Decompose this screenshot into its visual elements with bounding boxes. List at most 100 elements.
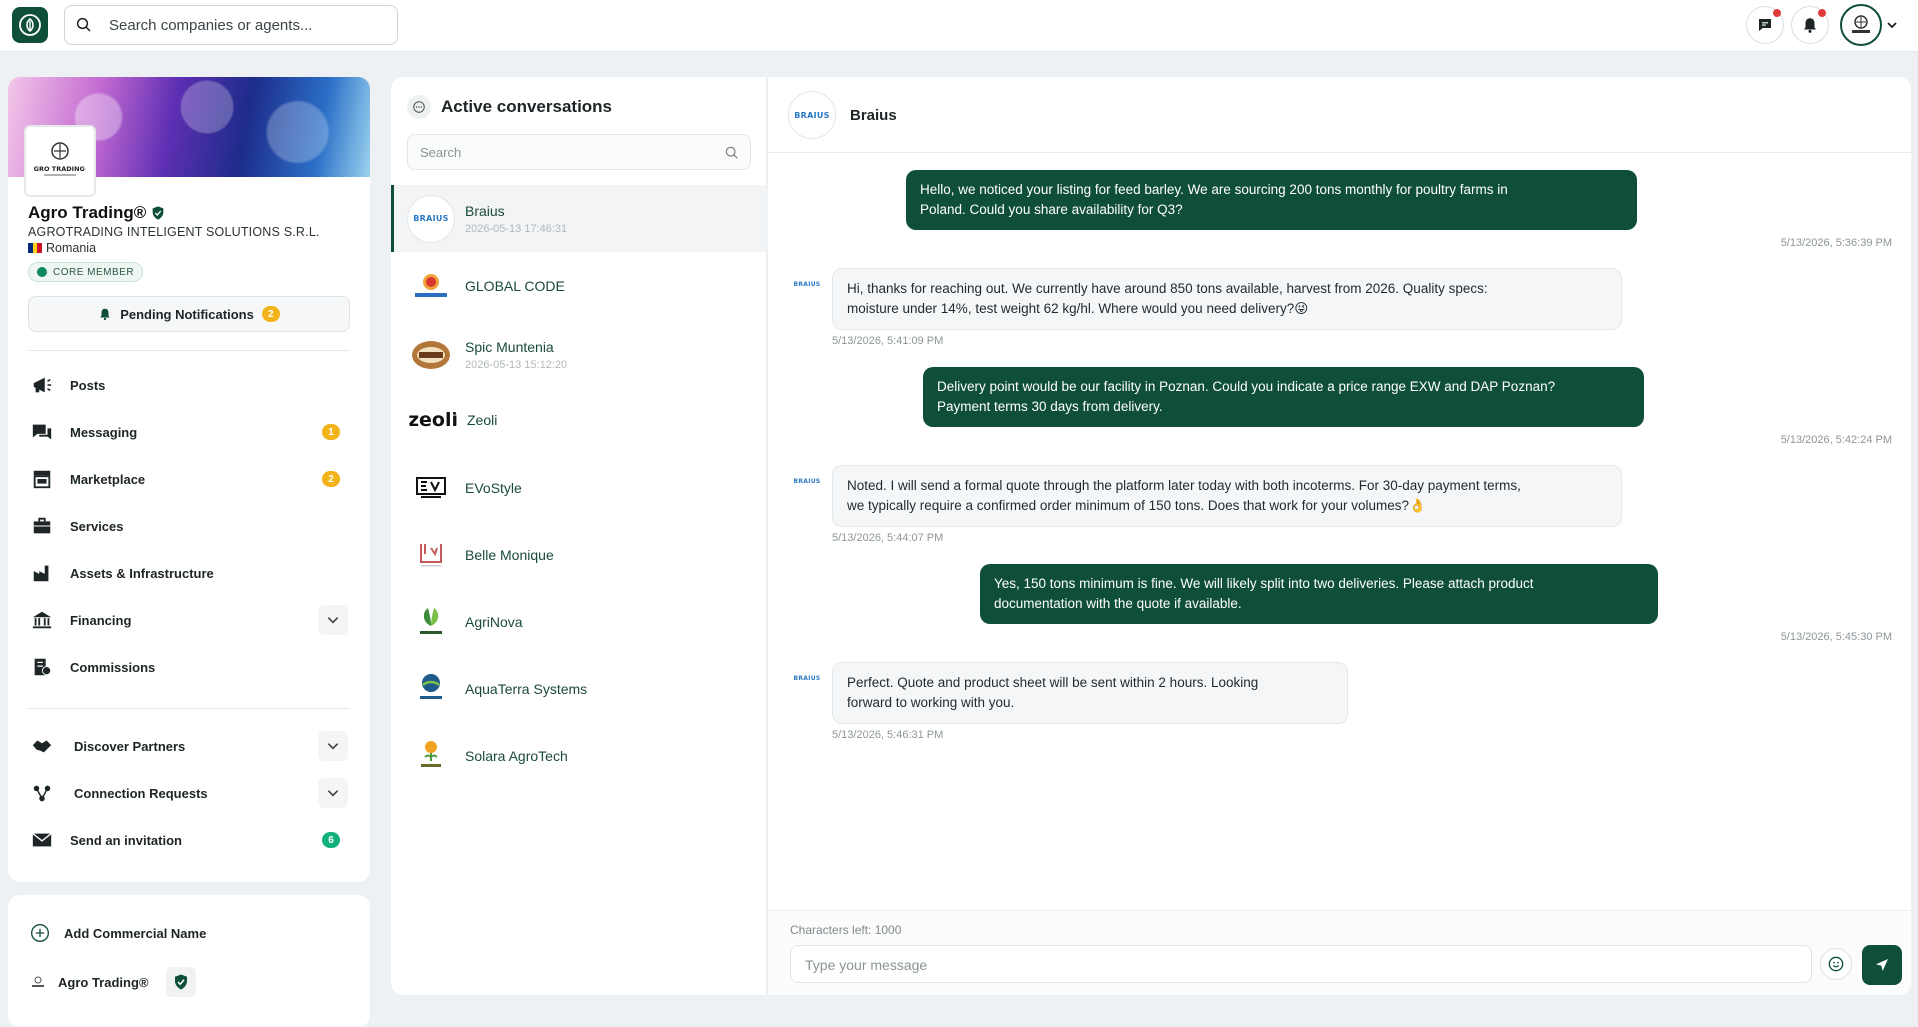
company-legal-name: AGROTRADING INTELIGENT SOLUTIONS S.R.L. <box>28 225 320 239</box>
agrinova-logo <box>407 598 455 646</box>
nav-label: Financing <box>70 612 132 628</box>
company-country-text: Romania <box>46 241 97 255</box>
add-commercial-name-button[interactable]: Add Commercial Name <box>30 923 206 943</box>
global-search-input[interactable]: Search companies or agents... <box>64 5 398 45</box>
nav-label: Services <box>70 518 124 534</box>
emoji-button[interactable] <box>1820 948 1852 980</box>
search-icon <box>76 17 91 32</box>
check-circle-icon <box>37 267 47 277</box>
global-search-placeholder: Search companies or agents... <box>109 17 313 34</box>
chat-header: BRAIUS Braius <box>768 77 1911 153</box>
conversation-name: Braius <box>465 202 505 219</box>
top-bar: Search companies or agents... <box>0 0 1918 52</box>
nav-label: Assets & Infrastructure <box>70 565 214 581</box>
conversation-name: EVoStyle <box>465 480 522 496</box>
chat-bubble-icon <box>407 95 431 119</box>
chat-composer: Characters left: 1000 Type your message <box>768 910 1911 995</box>
company-logo-text: AGRO TRADING® <box>34 165 86 173</box>
conversation-item-belle-monique[interactable]: Belle Monique <box>391 524 767 586</box>
conversation-search-placeholder: Search <box>420 145 462 160</box>
nav-item-services[interactable]: Services <box>28 508 350 544</box>
nav-item-financing[interactable]: Financing <box>28 602 350 638</box>
nav-label: Messaging <box>70 424 138 440</box>
conversation-item-braius[interactable]: BRAIUS Braius 2026-05-13 17:46:31 <box>391 185 767 252</box>
message-input[interactable]: Type your message <box>790 945 1812 983</box>
conversations-title: Active conversations <box>441 97 613 116</box>
message-timestamp: 5/13/2026, 5:42:24 PM <box>1780 434 1892 446</box>
zeoli-logo: zeoli <box>409 396 457 444</box>
global-code-logo <box>407 262 455 310</box>
nav-label: Commissions <box>70 659 156 675</box>
nav-item-discover-partners[interactable]: Discover Partners <box>28 728 350 764</box>
chat-contact-name: Braius <box>850 107 897 124</box>
commercial-names-card: Add Commercial Name Agro Trading® <box>8 895 370 1027</box>
solara-logo <box>407 732 455 780</box>
conversation-name: AgriNova <box>465 614 523 630</box>
commercial-name-row: Agro Trading® <box>30 967 197 997</box>
send-icon <box>1876 959 1888 971</box>
message-timestamp: 5/13/2026, 5:36:39 PM <box>1780 237 1892 249</box>
belle-monique-logo <box>407 531 455 579</box>
characters-left: Characters left: 1000 <box>790 923 902 937</box>
conversation-item-spic-muntenia[interactable]: Spic Muntenia 2026-05-13 15:12:20 <box>391 322 767 388</box>
nav-item-marketplace[interactable]: Marketplace 2 <box>28 461 350 497</box>
company-mini-logo-icon <box>32 976 44 987</box>
core-member-text: CORE MEMBER <box>53 266 135 278</box>
bell-icon <box>1804 18 1816 33</box>
nav-item-send-invitation[interactable]: Send an invitation 6 <box>28 822 350 858</box>
message-input-placeholder: Type your message <box>805 957 928 973</box>
chat-icon <box>28 418 56 446</box>
conversation-item-zeoli[interactable]: zeoli Zeoli <box>391 389 767 451</box>
app-logo[interactable] <box>12 7 48 43</box>
nav-item-posts[interactable]: Posts <box>28 367 350 403</box>
messaging-count-badge: 1 <box>322 424 340 440</box>
receipt-icon <box>28 653 56 681</box>
user-avatar-button[interactable] <box>1840 4 1882 46</box>
messages-button[interactable] <box>1746 6 1784 44</box>
connection-requests-expand-button[interactable] <box>318 778 348 808</box>
nav-item-assets[interactable]: Assets & Infrastructure <box>28 555 350 591</box>
agro-trading-logo-icon <box>1852 15 1870 33</box>
message-line: Delivery point would be our facility in … <box>937 379 1556 394</box>
braius-logo: BRAIUS <box>788 91 836 139</box>
send-button[interactable] <box>1862 945 1902 985</box>
verified-shield-icon <box>166 967 197 997</box>
chevron-down-icon <box>327 743 339 750</box>
braius-logo: BRAIUS <box>407 194 455 243</box>
financing-expand-button[interactable] <box>318 605 348 635</box>
chevron-down-icon[interactable] <box>1886 19 1898 31</box>
message-line: documentation with the quote if availabl… <box>994 596 1242 611</box>
conversation-item-global-code[interactable]: GLOBAL CODE <box>391 255 767 317</box>
nav-label: Posts <box>70 377 106 393</box>
pending-notifications-button[interactable]: Pending Notifications 2 <box>28 296 350 332</box>
commercial-name-text: Agro Trading® <box>58 974 149 990</box>
conversation-item-agrinova[interactable]: AgriNova <box>391 591 767 653</box>
nav-item-connection-requests[interactable]: Connection Requests <box>28 775 350 811</box>
messages-dot <box>1773 9 1781 17</box>
message-timestamp: 5/13/2026, 5:45:30 PM <box>1780 631 1892 643</box>
notifications-button[interactable] <box>1791 6 1829 44</box>
discover-partners-expand-button[interactable] <box>318 731 348 761</box>
conversation-name: Belle Monique <box>465 547 554 563</box>
company-name: Agro Trading® <box>28 203 166 223</box>
message-line: Payment terms 30 days from delivery. <box>937 399 1163 414</box>
conversations-panel: Active conversations Search BRAIUS Braiu… <box>391 77 767 995</box>
nav-item-messaging[interactable]: Messaging 1 <box>28 414 350 450</box>
verified-shield-icon <box>152 206 164 220</box>
message-line: Noted. I will send a formal quote throug… <box>847 478 1521 493</box>
conversation-search-input[interactable]: Search <box>407 134 751 170</box>
conversation-item-solara[interactable]: Solara AgroTech <box>391 725 767 787</box>
nav-item-commissions[interactable]: Commissions <box>28 649 350 685</box>
network-icon <box>28 779 56 807</box>
nav-label: Connection Requests <box>74 785 208 801</box>
conversation-item-aquaterra[interactable]: AquaTerra Systems <box>391 658 767 720</box>
conversation-time: 2026-05-13 15:12:20 <box>465 359 568 371</box>
bank-icon <box>28 606 56 634</box>
message-timestamp: 5/13/2026, 5:41:09 PM <box>832 335 944 347</box>
company-name-text: Agro Trading® <box>28 203 147 222</box>
conversation-item-evostyle[interactable]: EVoStyle <box>391 457 767 519</box>
company-logo: AGRO TRADING® <box>24 125 96 197</box>
factory-icon <box>28 559 56 587</box>
invitation-count-badge: 6 <box>322 832 340 848</box>
braius-avatar: BRAIUS <box>793 477 821 485</box>
